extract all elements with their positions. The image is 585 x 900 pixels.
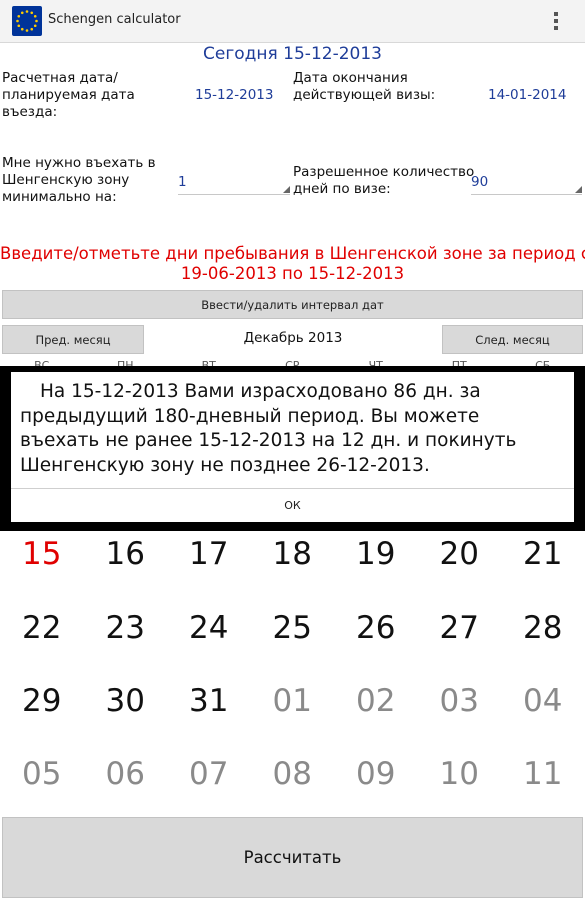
min-days-value: 1 bbox=[178, 174, 187, 190]
visa-end-label: Дата окончания действующей визы: bbox=[293, 70, 436, 103]
calendar-day[interactable]: 10 bbox=[418, 756, 502, 792]
today-date: Сегодня 15-12-2013 bbox=[203, 44, 382, 64]
app-title: Schengen calculator bbox=[48, 12, 181, 27]
result-dialog: На 15-12-2013 Вами израсходовано 86 дн. … bbox=[11, 372, 574, 522]
calendar-day[interactable]: 26 bbox=[334, 610, 418, 646]
calendar-day[interactable]: 27 bbox=[418, 610, 502, 646]
dropdown-triangle-icon bbox=[283, 186, 290, 193]
calendar-day[interactable]: 22 bbox=[0, 610, 84, 646]
calendar-day[interactable]: 15 bbox=[0, 536, 84, 572]
calendar-day[interactable]: 18 bbox=[251, 536, 335, 572]
calendar-day[interactable]: 16 bbox=[84, 536, 168, 572]
next-month-button[interactable]: След. месяц bbox=[442, 325, 583, 354]
calendar-day[interactable]: 04 bbox=[501, 683, 585, 719]
eu-flag-icon bbox=[12, 6, 42, 36]
result-dialog-overlay: На 15-12-2013 Вами израсходовано 86 дн. … bbox=[0, 366, 585, 531]
calendar-day[interactable]: 19 bbox=[334, 536, 418, 572]
date-interval-button[interactable]: Ввести/удалить интервал дат bbox=[2, 290, 583, 319]
allowed-days-value: 90 bbox=[471, 174, 489, 190]
calc-date-field[interactable]: 15-12-2013 bbox=[195, 87, 273, 103]
calendar-day[interactable]: 31 bbox=[167, 683, 251, 719]
dialog-message: На 15-12-2013 Вами израсходовано 86 дн. … bbox=[20, 381, 517, 476]
calendar-day[interactable]: 05 bbox=[0, 756, 84, 792]
calendar-day[interactable]: 17 bbox=[167, 536, 251, 572]
allowed-days-spinner[interactable]: 90 bbox=[471, 172, 582, 195]
calendar-day[interactable]: 11 bbox=[501, 756, 585, 792]
calendar-day[interactable]: 01 bbox=[251, 683, 335, 719]
action-bar: Schengen calculator bbox=[0, 0, 585, 43]
calendar-day[interactable]: 23 bbox=[84, 610, 168, 646]
visa-end-field[interactable]: 14-01-2014 bbox=[488, 87, 566, 103]
calculate-button[interactable]: Рассчитать bbox=[2, 817, 583, 898]
calendar-day[interactable]: 03 bbox=[418, 683, 502, 719]
overflow-menu-icon[interactable] bbox=[550, 10, 562, 32]
calendar-day[interactable]: 28 bbox=[501, 610, 585, 646]
calendar-day[interactable]: 21 bbox=[501, 536, 585, 572]
min-days-label: Мне нужно въехать в Шенгенскую зону мини… bbox=[2, 155, 156, 205]
calendar-day[interactable]: 25 bbox=[251, 610, 335, 646]
prev-month-button[interactable]: Пред. месяц bbox=[2, 325, 144, 354]
calendar-day[interactable]: 08 bbox=[251, 756, 335, 792]
calendar-day[interactable]: 20 bbox=[418, 536, 502, 572]
calendar-day[interactable]: 09 bbox=[334, 756, 418, 792]
calc-date-label: Расчетная дата/ планируемая дата въезда: bbox=[2, 70, 135, 120]
calendar-day[interactable]: 30 bbox=[84, 683, 168, 719]
calendar-day[interactable]: 24 bbox=[167, 610, 251, 646]
dropdown-triangle-icon bbox=[575, 186, 582, 193]
allowed-days-label: Разрешенное количество дней по визе: bbox=[293, 164, 475, 197]
dialog-ok-button[interactable]: ОК bbox=[11, 489, 574, 522]
calendar-day[interactable]: 06 bbox=[84, 756, 168, 792]
min-days-spinner[interactable]: 1 bbox=[178, 172, 290, 195]
calendar-day[interactable]: 02 bbox=[334, 683, 418, 719]
calendar-day[interactable]: 07 bbox=[167, 756, 251, 792]
month-label: Декабрь 2013 bbox=[243, 330, 343, 346]
period-warning: Введите/отметьте дни пребывания в Шенген… bbox=[0, 244, 585, 283]
calendar-day[interactable]: 29 bbox=[0, 683, 84, 719]
